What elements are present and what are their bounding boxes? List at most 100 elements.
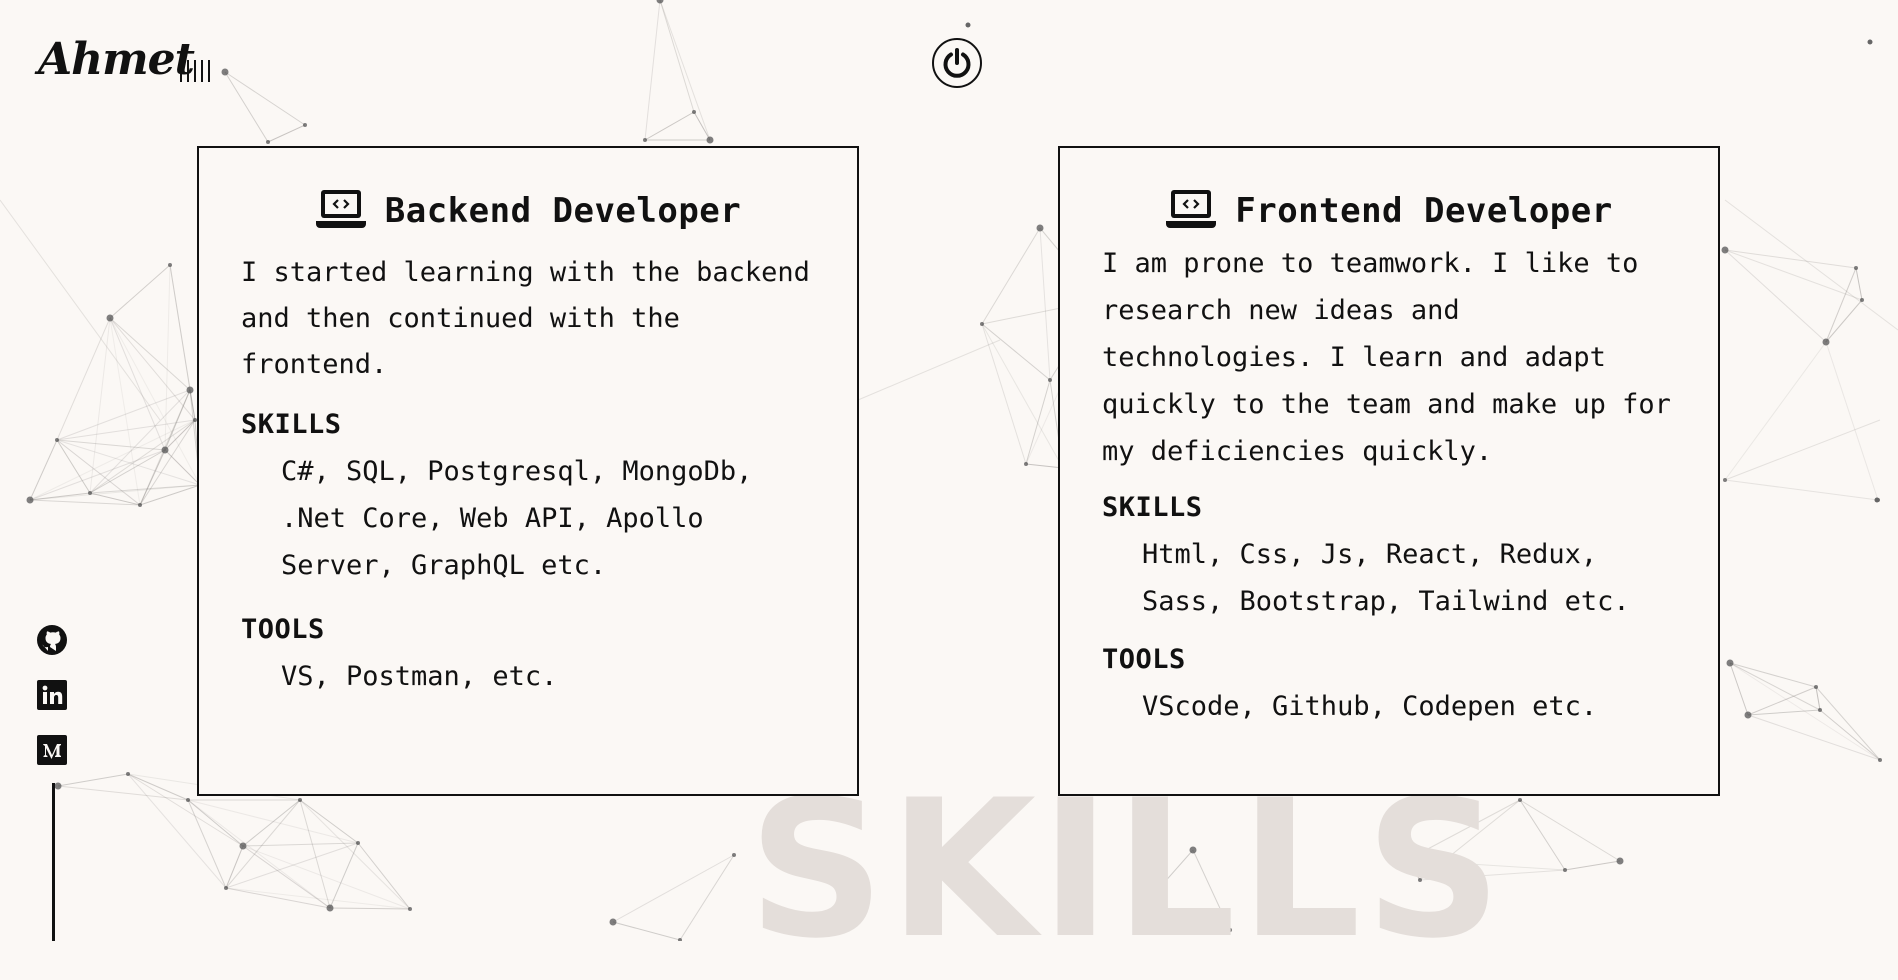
network-link	[299, 799, 359, 844]
network-link	[224, 71, 306, 126]
network-link	[981, 323, 1064, 469]
network-link	[659, 0, 695, 113]
network-node	[965, 22, 971, 28]
network-node	[303, 123, 307, 127]
network-link	[1724, 249, 1863, 301]
section-watermark: SKILLS	[748, 759, 1506, 980]
network-node	[1822, 338, 1830, 346]
network-node	[138, 503, 142, 507]
network-node	[1563, 868, 1567, 872]
network-link	[164, 419, 196, 451]
network-node	[1867, 39, 1873, 45]
card-title: Frontend Developer	[1235, 191, 1613, 231]
network-node	[106, 314, 114, 322]
network-node	[221, 68, 229, 76]
card-header: Backend Developer	[241, 188, 815, 234]
network-link	[242, 799, 301, 847]
network-link	[1825, 299, 1863, 343]
skills-list: C#, SQL, Postgresql, MongoDb, .Net Core,…	[281, 456, 753, 581]
side-vertical-line	[52, 783, 55, 941]
network-node	[186, 386, 194, 394]
network-node	[54, 782, 62, 790]
network-link	[1519, 799, 1566, 871]
medium-icon[interactable]	[36, 734, 68, 766]
skills-label: SKILLS	[241, 409, 342, 440]
network-link	[89, 419, 196, 494]
network-node	[980, 322, 984, 326]
network-link	[1724, 249, 1827, 343]
network-link	[1724, 341, 1827, 481]
network-link	[57, 773, 129, 787]
network-node	[408, 907, 412, 911]
power-icon[interactable]	[932, 38, 982, 88]
network-link	[169, 264, 191, 391]
network-link	[224, 71, 269, 143]
network-node	[356, 841, 360, 845]
tools-list: VScode, Github, Codepen etc.	[1142, 691, 1598, 722]
network-link	[659, 0, 711, 141]
network-node	[161, 446, 169, 454]
network-node	[609, 918, 617, 926]
network-link	[1039, 227, 1051, 381]
card-title: Backend Developer	[384, 191, 742, 231]
skills-list: Html, Css, Js, React, Redux, Sass, Boots…	[1142, 539, 1630, 617]
network-link	[1819, 709, 1881, 761]
network-node	[26, 496, 34, 504]
network-link	[225, 845, 244, 889]
network-link	[164, 264, 171, 451]
network-node	[1854, 266, 1858, 270]
network-node	[55, 438, 59, 442]
network-link	[299, 799, 411, 910]
network-link	[1724, 479, 1879, 501]
network-link	[1519, 799, 1621, 862]
laptop-code-icon	[1165, 188, 1217, 234]
network-node	[1024, 462, 1028, 466]
network-node	[266, 140, 270, 144]
network-node	[1744, 711, 1752, 719]
network-link	[187, 799, 227, 889]
network-link	[89, 449, 166, 494]
network-link	[981, 227, 1041, 325]
social-links	[36, 624, 68, 766]
frontend-developer-card: Frontend Developer I am prone to teamwor…	[1058, 146, 1720, 796]
network-link	[56, 317, 111, 441]
network-node	[126, 772, 130, 776]
card-description: I am prone to teamwork. I like to resear…	[1102, 248, 1671, 467]
network-link	[1729, 662, 1817, 688]
network-node	[1726, 659, 1734, 667]
network-node	[656, 0, 664, 4]
network-link	[644, 111, 695, 141]
network-link	[89, 484, 201, 494]
github-icon[interactable]	[36, 624, 68, 656]
network-node	[692, 110, 696, 114]
network-link	[109, 317, 191, 391]
network-link	[1564, 860, 1621, 871]
tools-label: TOOLS	[241, 614, 325, 645]
network-link	[57, 785, 189, 801]
network-node	[1818, 708, 1822, 712]
network-link	[1724, 419, 1881, 481]
site-logo[interactable]: Ahmet	[38, 34, 195, 85]
network-node	[706, 136, 714, 144]
backend-developer-card: Backend Developer I started learning wit…	[197, 146, 859, 796]
network-link	[981, 323, 1051, 381]
network-link	[1724, 249, 1857, 269]
network-node	[239, 842, 247, 850]
network-node	[732, 853, 736, 857]
network-node	[1814, 685, 1818, 689]
card-description: I started learning with the backend and …	[241, 257, 810, 380]
network-link	[1855, 267, 1863, 301]
network-link	[612, 854, 735, 923]
network-link	[679, 854, 735, 941]
network-link	[127, 773, 189, 801]
network-node	[1878, 758, 1882, 762]
menu-bars-icon[interactable]	[180, 60, 210, 82]
tools-list: VS, Postman, etc.	[281, 661, 558, 692]
network-node	[1036, 224, 1044, 232]
card-header: Frontend Developer	[1102, 188, 1676, 234]
network-link	[1724, 199, 1898, 331]
network-link	[1025, 379, 1051, 465]
network-link	[612, 921, 681, 941]
network-link	[89, 317, 111, 494]
linkedin-icon[interactable]	[36, 679, 68, 711]
